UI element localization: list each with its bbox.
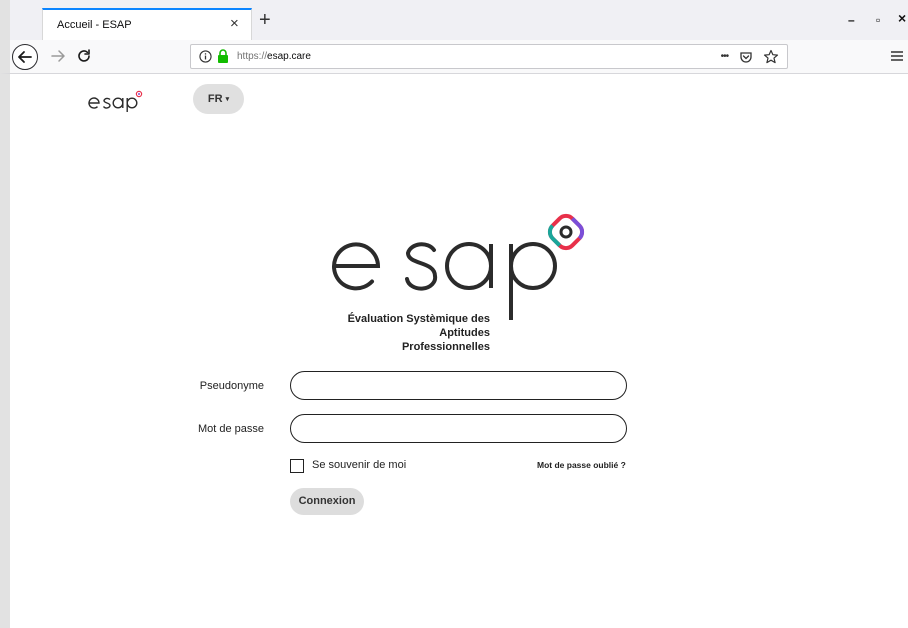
new-tab-icon[interactable]: + (259, 10, 271, 30)
tagline-line-2: Professionnelles (401, 341, 490, 353)
maximize-icon[interactable]: ▫ (876, 14, 880, 26)
tagline-line-1: Évaluation Systèmique des Aptitudes (347, 313, 490, 339)
forward-arrow-icon[interactable] (50, 48, 66, 64)
chevron-down-icon: ▾ (225, 96, 230, 103)
tab-title: Accueil - ESAP (57, 19, 132, 31)
url-protocol: https:// (237, 51, 268, 62)
esap-logo-large-icon (332, 213, 585, 320)
navigation-bar: https://esap.care ••• (0, 40, 908, 74)
info-icon[interactable] (199, 50, 212, 63)
url-host: esap.care (267, 51, 311, 62)
header-logo[interactable] (86, 88, 146, 116)
bookmark-star-icon[interactable] (763, 49, 779, 65)
window-edge (0, 74, 10, 628)
tagline: Évaluation Systèmique des Aptitudes Prof… (300, 312, 490, 354)
tab-accueil[interactable]: Accueil - ESAP × (42, 8, 252, 40)
window-close-icon[interactable]: × (898, 11, 906, 25)
back-button[interactable] (12, 44, 38, 70)
minimize-icon[interactable]: – (848, 14, 855, 26)
url-actions: ••• (715, 48, 779, 66)
username-label: Pseudonyme (199, 380, 264, 392)
esap-logo-small-icon (88, 90, 143, 112)
login-button[interactable]: Connexion (290, 488, 364, 515)
forgot-password-link[interactable]: Mot de passe oublié ? (537, 460, 626, 470)
pocket-icon[interactable] (739, 50, 753, 64)
tab-strip: Accueil - ESAP × + – ▫ × (0, 0, 908, 40)
back-arrow-icon (18, 51, 32, 63)
tab-close-icon[interactable]: × (230, 14, 239, 34)
remember-me-label[interactable]: Se souvenir de moi (312, 459, 406, 471)
reload-icon[interactable] (76, 48, 92, 64)
hamburger-menu-icon[interactable] (890, 49, 904, 63)
url-text[interactable]: https://esap.care (237, 51, 311, 62)
remember-me-checkbox[interactable] (290, 459, 304, 473)
lock-icon[interactable] (217, 49, 229, 63)
language-label: FR (207, 93, 223, 105)
password-input[interactable] (290, 414, 627, 443)
password-label: Mot de passe (197, 423, 264, 435)
page-actions-icon[interactable]: ••• (721, 51, 729, 62)
username-input[interactable] (290, 371, 627, 400)
url-bar[interactable]: https://esap.care ••• (190, 44, 788, 69)
language-selector[interactable]: FR ▾ (193, 84, 244, 114)
